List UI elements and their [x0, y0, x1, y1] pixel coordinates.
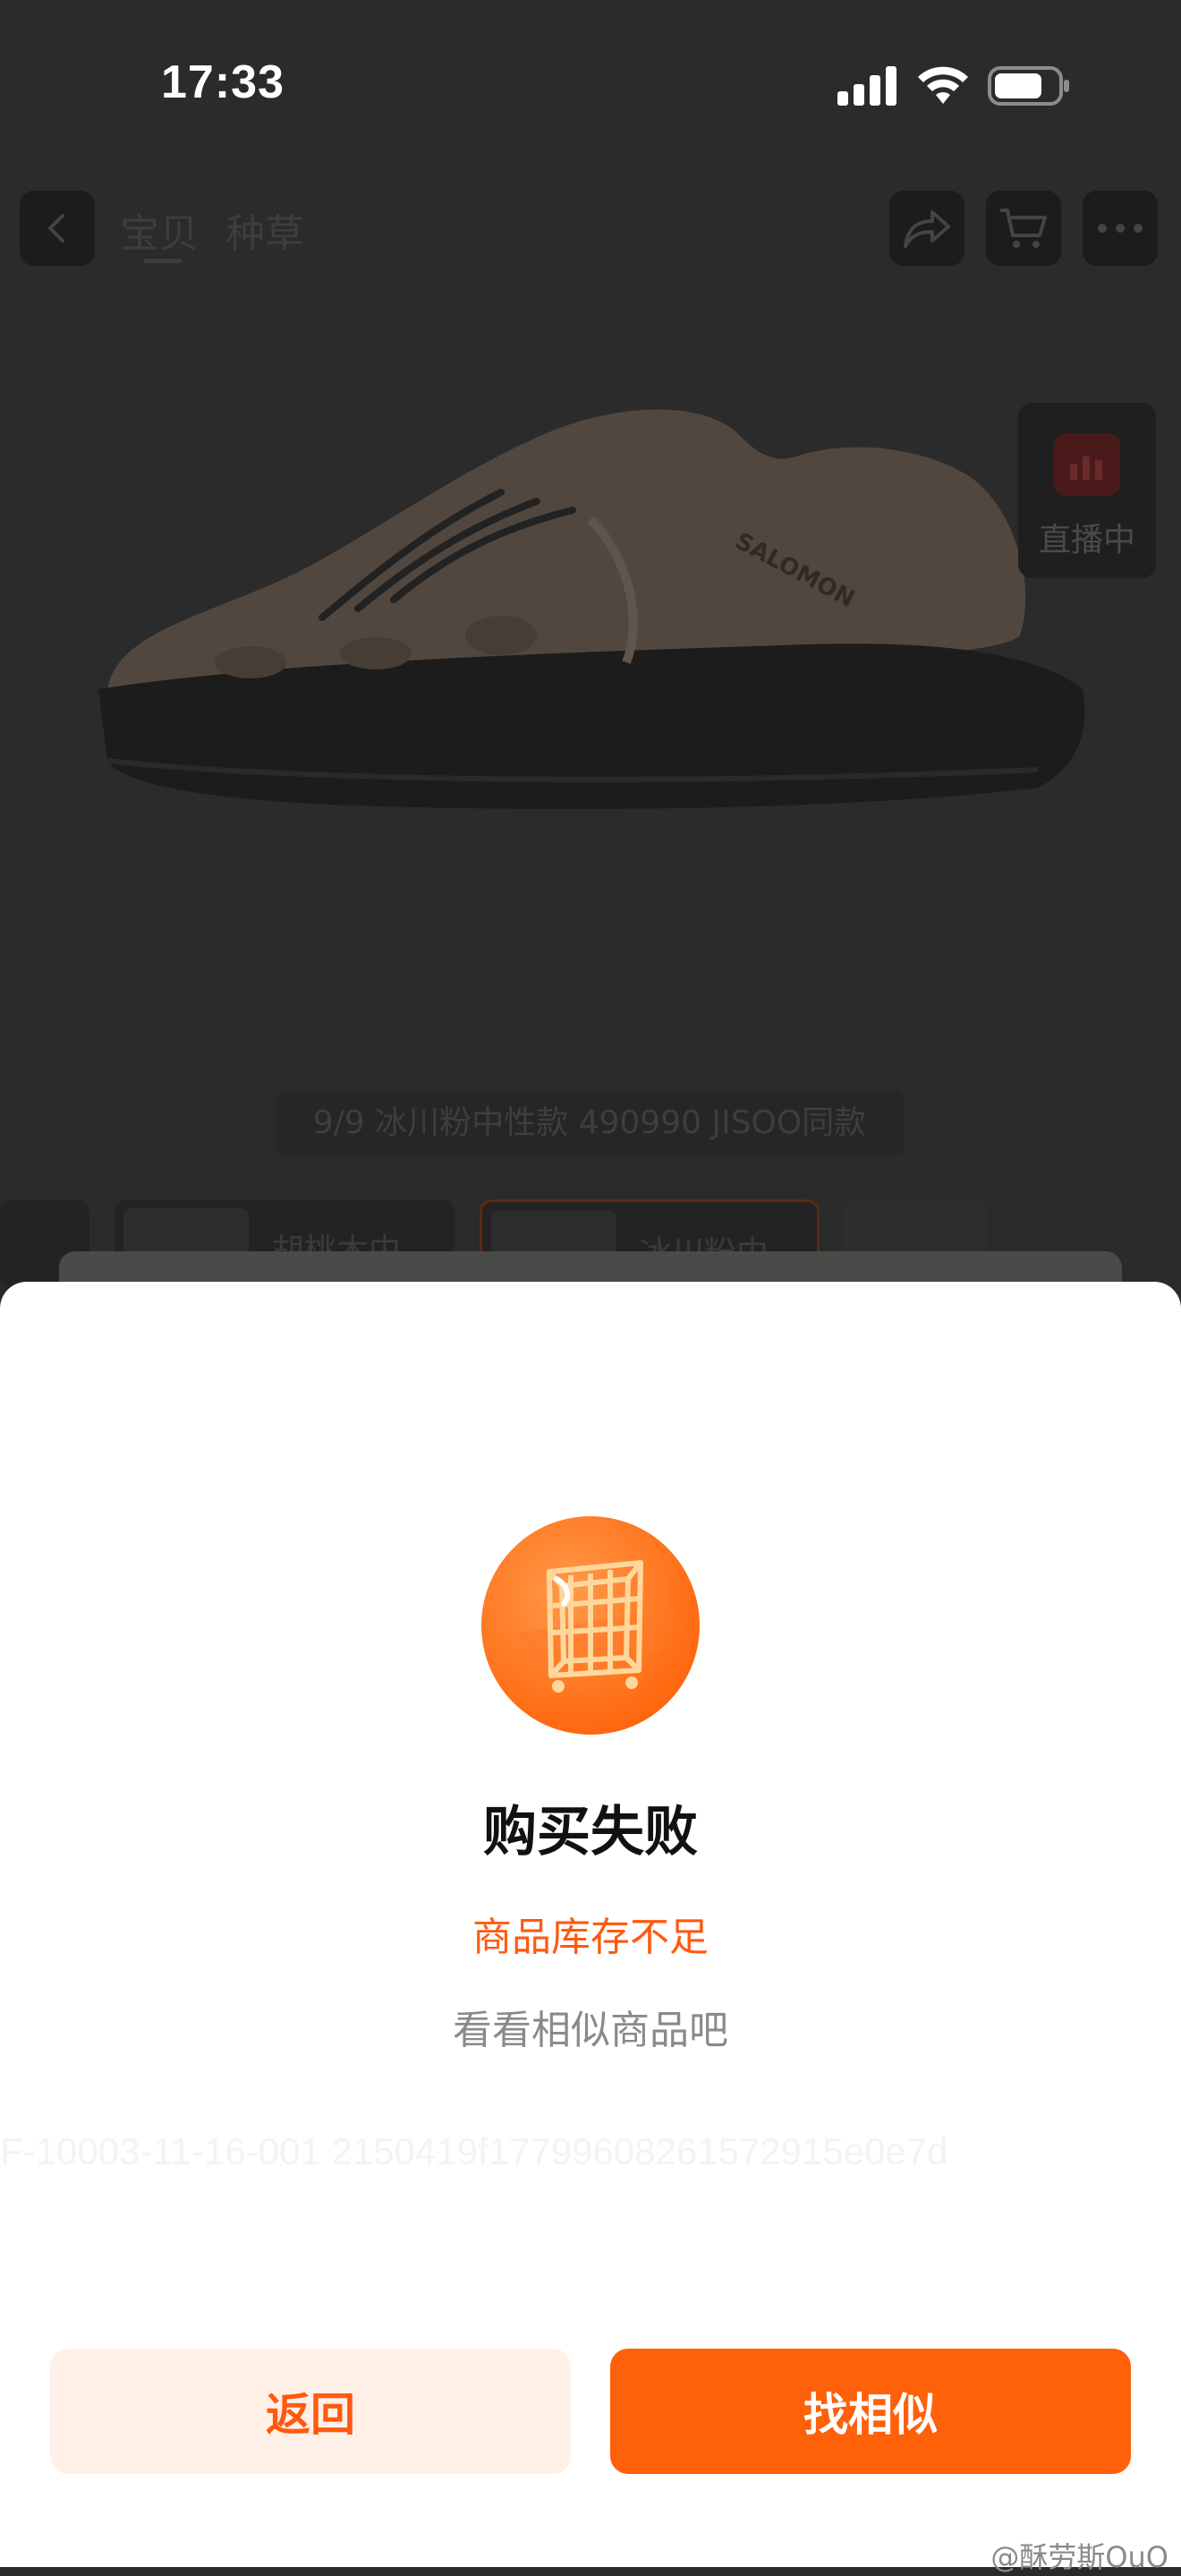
back-button[interactable] — [20, 191, 95, 266]
product-page-background: 17:33 宝贝 种草 SALOMON 直播中 9/9 冰川粉中性款 49099… — [0, 0, 1181, 1296]
failure-reason: 商品库存不足 — [472, 1915, 709, 1960]
tab-baobei[interactable]: 宝贝 — [120, 201, 199, 259]
product-nav-bar: 宝贝 种草 — [0, 183, 1181, 273]
cart-icon — [1000, 209, 1047, 248]
empty-cart-illustration — [481, 1516, 700, 1735]
return-button[interactable]: 返回 — [50, 2349, 571, 2474]
back-icon — [48, 214, 64, 243]
live-badge[interactable]: 直播中 — [1018, 403, 1156, 578]
wifi-icon — [918, 66, 968, 104]
find-similar-button[interactable]: 找相似 — [610, 2349, 1131, 2474]
purchase-failed-sheet: F-10003-11-16-001 2150419f17799608261572… — [0, 1282, 1181, 2567]
more-button[interactable] — [1083, 191, 1158, 266]
status-time: 17:33 — [161, 56, 285, 108]
signal-icon — [837, 66, 896, 106]
product-shoe-image[interactable]: SALOMON — [89, 394, 1100, 877]
live-label: 直播中 — [1038, 522, 1135, 559]
battery-icon — [988, 66, 1069, 106]
trace-id: F-10003-11-16-001 2150419f17799608261572… — [0, 2130, 948, 2172]
share-button[interactable] — [889, 191, 964, 266]
share-icon — [904, 210, 950, 248]
suggestion-hint: 看看相似商品吧 — [453, 2008, 728, 2053]
weibo-watermark: @酥劳斯OuO — [990, 2540, 1168, 2574]
active-tab-indicator — [143, 259, 183, 263]
more-icon — [1098, 224, 1143, 233]
tab-zhongcao[interactable]: 种草 — [225, 201, 304, 259]
gallery-caption: 9/9 冰川粉中性款 490990 JISOO同款 — [276, 1092, 904, 1155]
cart-button[interactable] — [986, 191, 1061, 266]
status-bar: 17:33 — [0, 0, 1181, 170]
shopping-cart-icon — [517, 1560, 660, 1693]
live-chart-icon — [1054, 433, 1120, 496]
dialog-title: 购买失败 — [483, 1801, 698, 1864]
